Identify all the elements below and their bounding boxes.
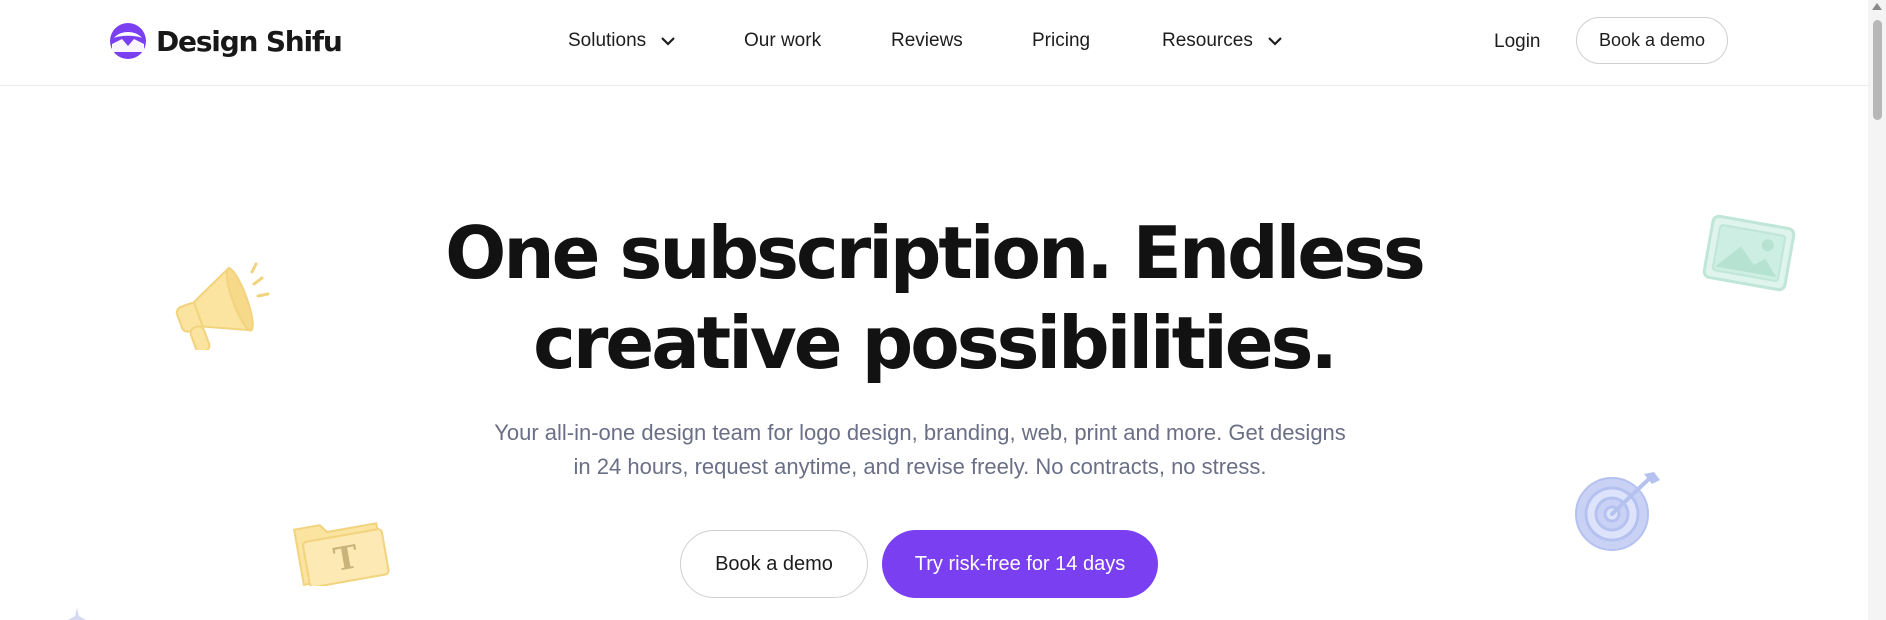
nav-pricing[interactable]: Pricing	[1032, 28, 1090, 54]
scroll-up-icon[interactable]	[1872, 3, 1882, 10]
chevron-down-icon	[1268, 37, 1282, 46]
nav-reviews[interactable]: Reviews	[891, 28, 963, 54]
hero-title-line: One subscription. Endless	[445, 211, 1426, 295]
nav-our-work[interactable]: Our work	[744, 28, 821, 54]
try-free-button[interactable]: Try risk-free for 14 days	[882, 530, 1158, 598]
nav-solutions[interactable]: Solutions	[568, 28, 676, 54]
brand-name: Design Shifu	[156, 24, 343, 58]
login-link[interactable]: Login	[1494, 31, 1541, 53]
hero-title: One subscription. Endless creative possi…	[0, 208, 1868, 388]
nav-resources[interactable]: Resources	[1162, 28, 1283, 54]
nav-label: Our work	[744, 30, 822, 51]
chevron-down-icon	[661, 37, 675, 46]
sparkle-icon	[68, 608, 86, 620]
nav-label: Resources	[1162, 30, 1253, 51]
hero-subtitle: Your all-in-one design team for logo des…	[480, 416, 1360, 484]
nav-label: Pricing	[1032, 30, 1091, 51]
scroll-thumb[interactable]	[1873, 20, 1882, 120]
folder-icon: T	[292, 522, 390, 586]
book-demo-button[interactable]: Book a demo	[680, 530, 868, 598]
target-icon	[1575, 472, 1660, 551]
brand-logo[interactable]: Design Shifu	[108, 22, 343, 60]
site-header: Design Shifu Solutions Our work Reviews …	[0, 0, 1868, 86]
book-demo-header-button[interactable]: Book a demo	[1576, 17, 1728, 64]
logo-icon	[110, 23, 146, 59]
hero-subtitle-line: Your all-in-one design team for logo des…	[494, 420, 1346, 445]
page-scrollbar[interactable]	[1868, 0, 1886, 620]
hero-title-line: creative possibilities.	[533, 301, 1338, 385]
nav-label: Reviews	[891, 30, 963, 51]
nav-label: Solutions	[568, 30, 647, 51]
hero-subtitle-line: in 24 hours, request anytime, and revise…	[573, 454, 1267, 479]
